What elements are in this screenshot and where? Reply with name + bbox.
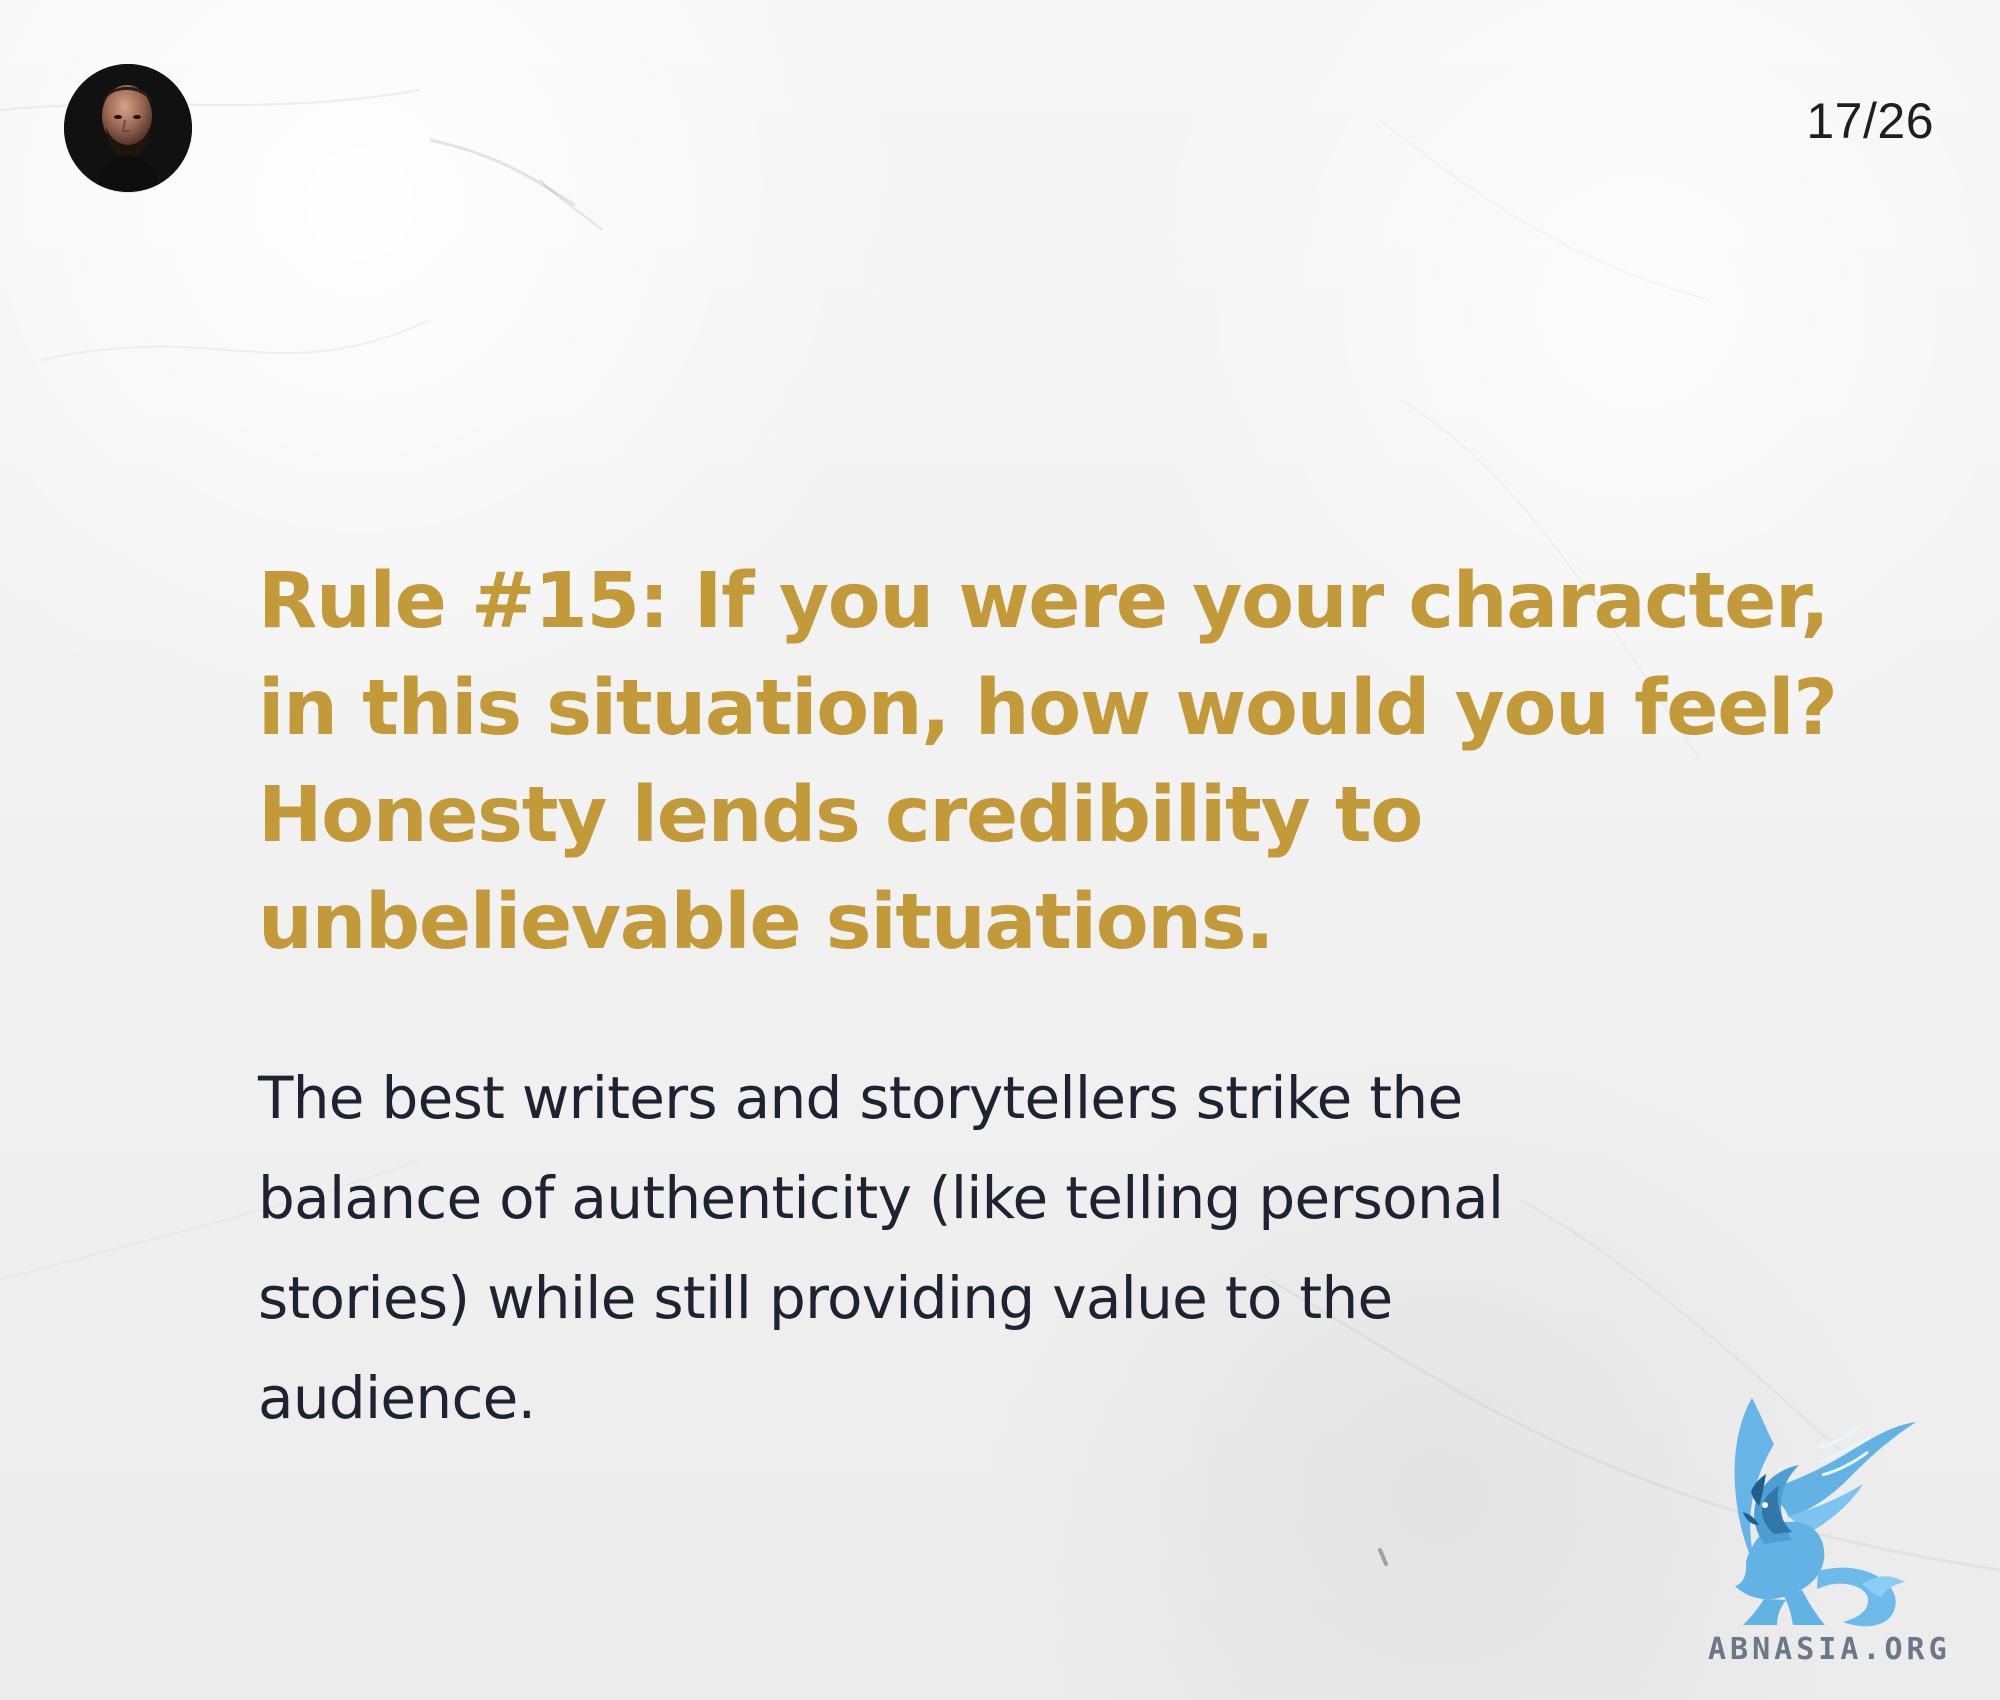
body-line: audience.: [258, 1364, 536, 1432]
body-line: stories) while still providing value to …: [258, 1264, 1393, 1332]
headline-line: Rule #15: If you were your character,: [258, 557, 1830, 646]
headline-line: Honesty lends credibility to: [258, 771, 1423, 860]
headline-line: in this situation, how would you feel?: [258, 664, 1838, 753]
page-counter: 17/26: [1806, 93, 1934, 149]
profile-avatar: [64, 64, 192, 192]
headline-line: unbelievable situations.: [258, 878, 1275, 967]
body-line: The best writers and storytellers strike…: [258, 1064, 1463, 1132]
slide-page: 17/26 Rule #15: If you were your charact…: [0, 0, 2000, 1700]
griffin-logo-icon: [1734, 1398, 1916, 1627]
profile-photo-icon: [64, 64, 192, 192]
body-copy: The best writers and storytellers strike…: [258, 1048, 1758, 1448]
body-line: balance of authenticity (like telling pe…: [258, 1164, 1504, 1232]
rule-headline: Rule #15: If you were your character, in…: [258, 548, 1838, 976]
watermark-text: ABNASIA.ORG: [1708, 1632, 1951, 1667]
